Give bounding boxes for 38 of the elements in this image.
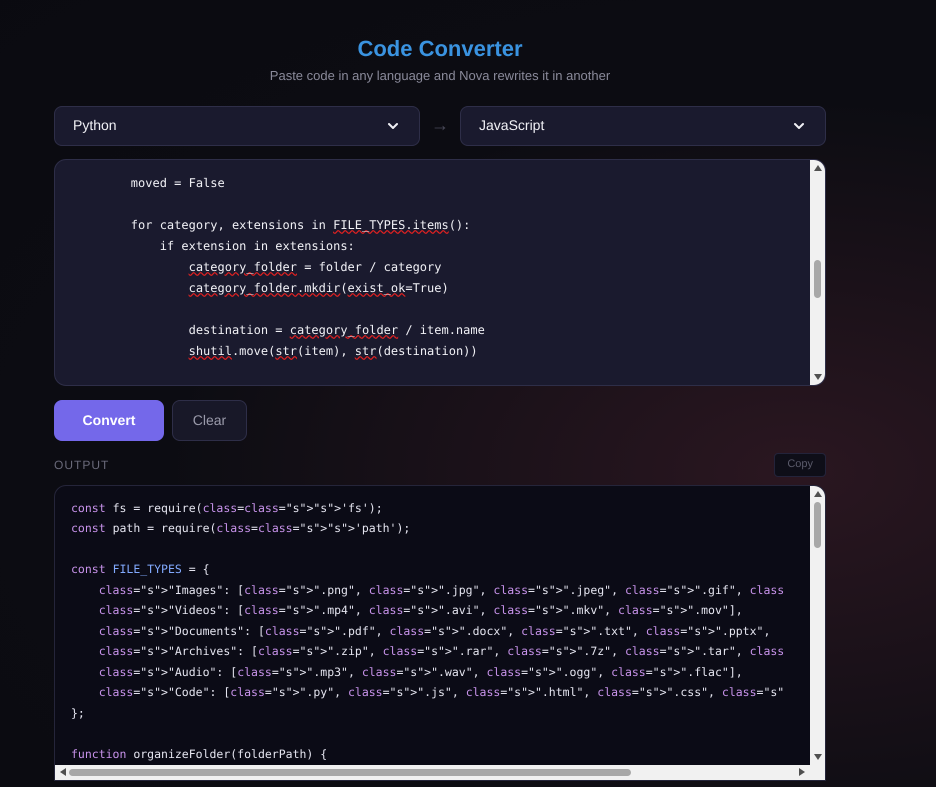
code-line: const FILE_TYPES = { (71, 561, 211, 578)
code-line: function organizeFolder(folderPath) { (71, 746, 328, 762)
arrow-text: → (430, 114, 450, 137)
code-line: class="s">"Images": [class="s">".png", class="s">".jpg", class="s">".jpeg", class="s">".gif", class (98, 582, 786, 598)
code-line: }; (71, 704, 86, 722)
code-line: moved = False (130, 174, 226, 192)
scroll-down-icon[interactable] (814, 372, 822, 380)
scroll-right-icon[interactable] (798, 768, 806, 776)
code-line: for category, extensions in FILE_TYPES.items(): (130, 216, 472, 234)
code-line: const path = require(class=class="s">"s">'path'); (71, 520, 412, 537)
code-line: const fs = require(class=class="s">"s">'fs'); (71, 500, 384, 516)
code-line: class="s">"Archives": [class="s">".zip", class="s">".rar", class="s">".7z", class="s">".tar", class (98, 643, 786, 660)
code-line: class="s">"Code": [class="s">".py", class="s">".js", class="s">".html", class="s">".css", class="s" (98, 684, 786, 701)
horizontal-scrollbar[interactable] (55, 764, 825, 780)
page-subtitle: Paste code in any language and Nova rewrites it in another (268, 67, 612, 85)
code-line: if extension in extensions: (158, 238, 356, 254)
scroll-down-icon[interactable] (814, 752, 822, 760)
output-label: OUTPUT (54, 456, 110, 474)
code-line: class="s">"Videos": [class="s">".mp4", class="s">".avi", class="s">".mkv", class="s">".mov"], (98, 602, 744, 619)
language-select[interactable]: JavaScript (460, 106, 826, 146)
page-title: Code Converter (356, 36, 524, 62)
clear-button[interactable]: Clear (172, 400, 247, 440)
scroll-left-icon[interactable] (59, 768, 67, 776)
language-select[interactable]: Python (54, 106, 420, 146)
code-line: shutil.move(str(item), str(destination)) (188, 342, 479, 360)
code-line: class="s">"Documents": [class="s">".pdf", class="s">".docx", class="s">".txt", class="s">".pptx", (98, 622, 772, 640)
convert-button[interactable]: Convert (54, 400, 164, 440)
code-line: category_folder = folder / category (188, 258, 442, 276)
code-line: class="s">"Audio": [class="s">".mp3", class="s">".wav", class="s">".ogg", class="s">".flac"], (98, 664, 744, 680)
code-line: destination = category_folder / item.name (188, 322, 486, 339)
vertical-scrollbar[interactable] (810, 160, 825, 384)
vertical-scrollbar[interactable] (810, 486, 825, 764)
code-input[interactable] (54, 158, 826, 386)
code-line: category_folder.mkdir(exist_ok=True) (188, 280, 450, 297)
scrollbar-thumb (814, 502, 821, 548)
scroll-up-icon[interactable] (814, 164, 822, 172)
scrollbar-thumb (814, 260, 821, 298)
scroll-up-icon[interactable] (814, 490, 822, 498)
